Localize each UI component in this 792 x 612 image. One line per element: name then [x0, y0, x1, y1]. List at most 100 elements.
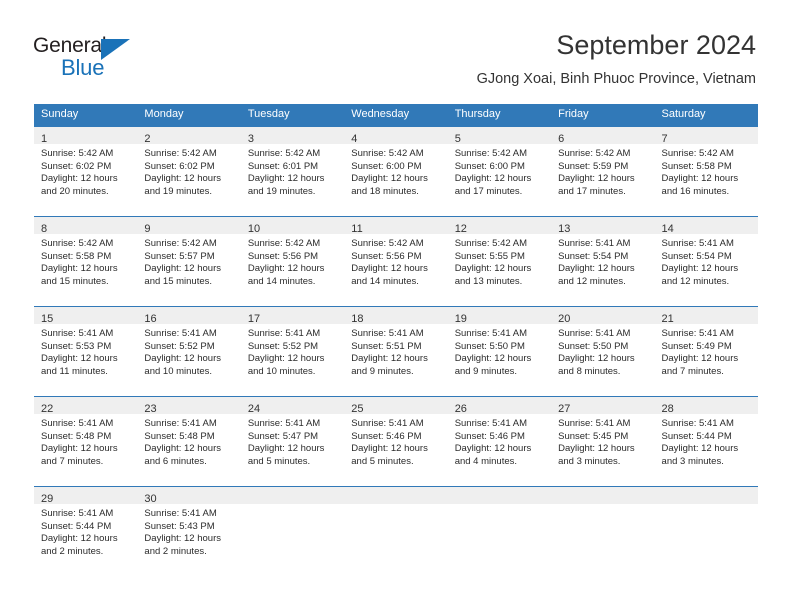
day-cell[interactable]: 26 Sunrise: 5:41 AM Sunset: 5:46 PM Dayligh…	[447, 396, 552, 487]
weekday-header-friday: Friday	[551, 104, 655, 127]
sunrise-text: Sunrise: 5:41 AM	[144, 508, 217, 519]
calendar-body: 1 Sunrise: 5:42 AM Sunset: 6:02 PM Daylight…	[34, 126, 758, 576]
day-cell[interactable]: 17 Sunrise: 5:41 AM Sunset: 5:52 PM Dayligh…	[240, 306, 345, 397]
sunset-text: Sunset: 5:52 PM	[247, 340, 319, 352]
daylight-text-line2: and 19 minutes.	[144, 185, 213, 197]
daylight-text-line2: and 6 minutes.	[144, 455, 207, 467]
day-cell[interactable]: 7 Sunrise: 5:42 AM Sunset: 5:58 PM Daylight…	[654, 126, 758, 217]
page-title: September 2024	[556, 30, 756, 60]
sunrise-text: Sunrise: 5:41 AM	[661, 238, 734, 249]
sunset-text: Sunset: 5:54 PM	[661, 250, 732, 262]
daylight-text-line2: and 8 minutes.	[558, 365, 621, 377]
calendar-header-row: Sunday Monday Tuesday Wednesday Thursday…	[34, 104, 758, 127]
sunset-text: Sunset: 5:57 PM	[144, 250, 215, 262]
daylight-text-line2: and 15 minutes.	[41, 275, 109, 287]
daylight-text-line1: Daylight: 12 hours	[247, 353, 325, 365]
daylight-text-line2: and 2 minutes.	[41, 545, 104, 557]
sunset-text: Sunset: 5:50 PM	[454, 340, 525, 352]
day-cell[interactable]: 24 Sunrise: 5:41 AM Sunset: 5:47 PM Dayligh…	[240, 396, 345, 487]
day-cell[interactable]: 16 Sunrise: 5:41 AM Sunset: 5:52 PM Dayligh…	[137, 306, 241, 397]
day-cell[interactable]: 20 Sunrise: 5:41 AM Sunset: 5:50 PM Dayligh…	[551, 306, 655, 397]
daylight-text-line1: Daylight: 12 hours	[558, 443, 635, 455]
daylight-text-line2: and 2 minutes.	[144, 545, 207, 557]
sunrise-text: Sunrise: 5:41 AM	[454, 418, 528, 429]
sunset-text: Sunset: 6:01 PM	[247, 160, 319, 172]
sunset-text: Sunset: 6:00 PM	[351, 160, 422, 172]
day-number: 16	[144, 313, 157, 325]
day-number: 22	[41, 403, 54, 415]
sunset-text: Sunset: 5:52 PM	[144, 340, 215, 352]
day-cell[interactable]: 29 Sunrise: 5:41 AM Sunset: 5:44 PM Dayligh…	[34, 486, 138, 576]
day-cell[interactable]: 2 Sunrise: 5:42 AM Sunset: 6:02 PM Daylight…	[137, 126, 241, 217]
daylight-text-line2: and 7 minutes.	[661, 365, 724, 377]
sunrise-text: Sunrise: 5:42 AM	[41, 148, 114, 159]
day-cell[interactable]: 22 Sunrise: 5:41 AM Sunset: 5:48 PM Dayligh…	[34, 396, 138, 487]
day-cell[interactable]: 18 Sunrise: 5:41 AM Sunset: 5:51 PM Dayligh…	[344, 306, 448, 397]
day-cell[interactable]: 12 Sunrise: 5:42 AM Sunset: 5:55 PM Dayligh…	[447, 216, 552, 307]
day-cell[interactable]: 4 Sunrise: 5:42 AM Sunset: 6:00 PM Daylight…	[344, 126, 448, 217]
day-cell[interactable]: 3 Sunrise: 5:42 AM Sunset: 6:01 PM Daylight…	[240, 126, 345, 217]
day-cell[interactable]: 8 Sunrise: 5:42 AM Sunset: 5:58 PM Daylight…	[34, 216, 138, 307]
weekday-header-thursday: Thursday	[447, 104, 552, 127]
day-cell[interactable]: 1 Sunrise: 5:42 AM Sunset: 6:02 PM Daylight…	[34, 126, 138, 217]
day-cell[interactable]: 10 Sunrise: 5:42 AM Sunset: 5:56 PM Dayligh…	[240, 216, 345, 307]
day-number: 12	[454, 223, 467, 235]
sunrise-text: Sunrise: 5:42 AM	[351, 148, 424, 159]
sunset-text: Sunset: 5:55 PM	[454, 250, 525, 262]
sunrise-text: Sunrise: 5:41 AM	[558, 328, 631, 339]
daylight-text-line1: Daylight: 12 hours	[351, 263, 428, 275]
daylight-text-line1: Daylight: 12 hours	[247, 443, 325, 455]
sunrise-text: Sunrise: 5:41 AM	[558, 418, 631, 429]
day-cell[interactable]: 11 Sunrise: 5:42 AM Sunset: 5:56 PM Dayligh…	[344, 216, 448, 307]
day-cell[interactable]: 6 Sunrise: 5:42 AM Sunset: 5:59 PM Daylight…	[551, 126, 655, 217]
day-cell[interactable]: 27 Sunrise: 5:41 AM Sunset: 5:45 PM Dayligh…	[551, 396, 655, 487]
day-number: 20	[558, 313, 571, 325]
day-cell-empty	[344, 486, 448, 576]
daylight-text-line1: Daylight: 12 hours	[661, 173, 739, 185]
daylight-text-line1: Daylight: 12 hours	[144, 353, 221, 365]
sunset-text: Sunset: 6:02 PM	[144, 160, 215, 172]
day-cell[interactable]: 25 Sunrise: 5:41 AM Sunset: 5:46 PM Dayligh…	[344, 396, 448, 487]
sunset-text: Sunset: 5:56 PM	[247, 250, 319, 262]
day-number: 6	[558, 133, 565, 145]
day-cell[interactable]: 13 Sunrise: 5:41 AM Sunset: 5:54 PM Dayligh…	[551, 216, 655, 307]
daylight-text-line1: Daylight: 12 hours	[454, 353, 532, 365]
day-cell[interactable]: 14 Sunrise: 5:41 AM Sunset: 5:54 PM Dayligh…	[654, 216, 758, 307]
page-header: General Blue September 2024 GJong Xoai, …	[0, 0, 792, 100]
day-cell[interactable]: 19 Sunrise: 5:41 AM Sunset: 5:50 PM Dayligh…	[447, 306, 552, 397]
day-cell[interactable]: 21 Sunrise: 5:41 AM Sunset: 5:49 PM Dayligh…	[654, 306, 758, 397]
day-number: 25	[351, 403, 364, 415]
daylight-text-line2: and 10 minutes.	[144, 365, 213, 377]
day-cell[interactable]: 30 Sunrise: 5:41 AM Sunset: 5:43 PM Dayligh…	[137, 486, 241, 576]
day-cell[interactable]: 23 Sunrise: 5:41 AM Sunset: 5:48 PM Dayligh…	[137, 396, 241, 487]
daylight-text-line2: and 18 minutes.	[351, 185, 419, 197]
day-cell[interactable]: 9 Sunrise: 5:42 AM Sunset: 5:57 PM Daylight…	[137, 216, 241, 307]
sunrise-text: Sunrise: 5:42 AM	[558, 148, 631, 159]
day-number: 7	[661, 133, 668, 145]
general-blue-logo[interactable]: General Blue	[33, 34, 193, 84]
day-cell[interactable]: 28 Sunrise: 5:41 AM Sunset: 5:44 PM Dayligh…	[654, 396, 758, 487]
daylight-text-line2: and 3 minutes.	[661, 455, 724, 467]
sunset-text: Sunset: 5:45 PM	[558, 430, 629, 442]
sunrise-text: Sunrise: 5:41 AM	[144, 328, 217, 339]
calendar-week-row: 1 Sunrise: 5:42 AM Sunset: 6:02 PM Daylight…	[34, 126, 758, 217]
sunrise-text: Sunrise: 5:41 AM	[558, 238, 631, 249]
sunrise-text: Sunrise: 5:42 AM	[454, 148, 528, 159]
day-number: 21	[661, 313, 674, 325]
weekday-header-sunday: Sunday	[34, 104, 138, 127]
day-number: 30	[144, 493, 157, 505]
day-cell[interactable]: 5 Sunrise: 5:42 AM Sunset: 6:00 PM Daylight…	[447, 126, 552, 217]
day-number: 27	[558, 403, 571, 415]
day-cell[interactable]: 15 Sunrise: 5:41 AM Sunset: 5:53 PM Dayligh…	[34, 306, 138, 397]
daylight-text-line2: and 5 minutes.	[247, 455, 311, 467]
sunset-text: Sunset: 5:48 PM	[41, 430, 112, 442]
calendar-week-row: 8 Sunrise: 5:42 AM Sunset: 5:58 PM Daylight…	[34, 216, 758, 307]
daylight-text-line2: and 12 minutes.	[661, 275, 730, 287]
daylight-text-line2: and 4 minutes.	[454, 455, 518, 467]
sunrise-text: Sunrise: 5:42 AM	[247, 238, 321, 249]
daylight-text-line1: Daylight: 12 hours	[247, 263, 325, 275]
day-number: 8	[41, 223, 48, 235]
daylight-text-line1: Daylight: 12 hours	[41, 533, 118, 545]
daylight-text-line2: and 14 minutes.	[247, 275, 316, 287]
day-number: 28	[661, 403, 674, 415]
